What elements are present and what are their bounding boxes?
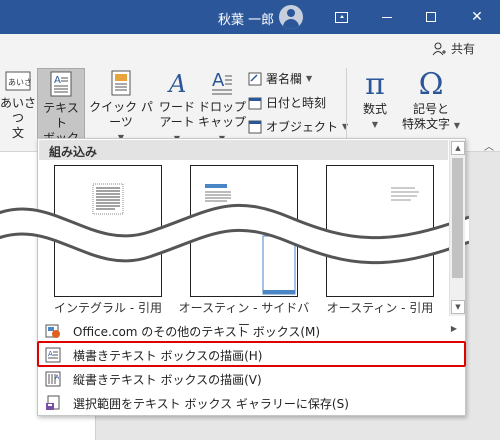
gallery-header: 組み込み bbox=[39, 140, 448, 160]
close-button[interactable]: ✕ bbox=[454, 0, 500, 34]
signature-label: 署名欄 bbox=[266, 72, 303, 86]
chevron-down-icon: ▼ bbox=[453, 121, 460, 130]
share-label: 共有 bbox=[451, 42, 476, 56]
symbol-label-2: 特殊文字 bbox=[402, 117, 451, 131]
equation-label: 数式 bbox=[362, 102, 387, 116]
person-add-icon bbox=[432, 42, 446, 55]
quick-parts-icon bbox=[111, 70, 131, 96]
omega-icon: Ω bbox=[418, 67, 444, 102]
vertical-textbox-icon: A bbox=[45, 371, 61, 387]
wordart-label-2: アート bbox=[159, 115, 195, 129]
gallery-label-austin-quote: オースティン - 引用 bbox=[326, 301, 434, 315]
menu-label-draw-vertical: 縦書きテキスト ボックスの描画(V) bbox=[73, 372, 262, 387]
textbox-gallery: インテグラル - 引用 オースティン - サイドバー オースティン - 引用 bbox=[0, 161, 469, 332]
title-bar: 秋葉 一郎 ✕ bbox=[0, 0, 500, 34]
scrollbar-thumb[interactable] bbox=[452, 158, 463, 278]
wordart-button[interactable]: A ワード アート ▼ bbox=[157, 68, 197, 143]
gallery-label-integral-quote: インテグラル - 引用 bbox=[54, 301, 162, 315]
svg-text:A: A bbox=[212, 70, 225, 91]
share-bar: 共有 bbox=[0, 34, 500, 62]
minimize-button[interactable] bbox=[364, 0, 410, 34]
pi-icon: π bbox=[365, 67, 385, 102]
svg-text:A: A bbox=[54, 75, 61, 86]
ribbon-options-icon bbox=[334, 11, 348, 23]
calendar-icon bbox=[248, 97, 262, 109]
gallery-scrollbar[interactable]: ▲ ▼ bbox=[449, 140, 465, 316]
dropcap-label-1: ドロップ bbox=[198, 100, 247, 114]
chevron-down-icon: ▼ bbox=[306, 74, 313, 83]
maximize-button[interactable] bbox=[408, 0, 454, 34]
minimize-icon bbox=[382, 16, 392, 18]
date-time-label: 日付と時刻 bbox=[266, 96, 327, 110]
collapse-ribbon-icon[interactable]: ︿ bbox=[484, 138, 494, 153]
menu-item-save-selection[interactable]: 選択範囲をテキスト ボックス ギャラリーに保存(S) bbox=[39, 391, 465, 415]
object-button[interactable]: オブジェクト ▼ bbox=[248, 118, 348, 135]
greeting-label-1: あいさつ bbox=[0, 96, 37, 125]
save-selection-icon bbox=[46, 395, 60, 410]
signature-icon bbox=[248, 72, 262, 85]
textbox-dropdown: 組み込み インテグラル - 引用 オースティン - サイドバー オースティン -… bbox=[0, 138, 469, 416]
wordart-icon: A bbox=[167, 70, 186, 98]
avatar[interactable] bbox=[279, 5, 303, 29]
signature-line-button[interactable]: 署名欄 ▼ bbox=[248, 70, 312, 87]
scroll-down-icon[interactable]: ▼ bbox=[451, 300, 465, 314]
wave-overlay bbox=[0, 203, 469, 265]
chevron-down-icon: ▼ bbox=[371, 120, 379, 129]
close-icon: ✕ bbox=[471, 9, 483, 25]
object-icon bbox=[248, 120, 262, 133]
menu-item-draw-vertical[interactable]: A 縦書きテキスト ボックスの描画(V) bbox=[39, 367, 465, 391]
wordart-label-1: ワード bbox=[158, 100, 195, 114]
quick-parts-label: クイック パーツ bbox=[89, 100, 153, 129]
greeting-icon: あいさつ bbox=[5, 71, 40, 91]
textbox-icon: A bbox=[50, 71, 72, 97]
greeting-button[interactable]: あいさつ あいさつ 文 bbox=[0, 68, 40, 142]
textbox-button[interactable]: A テキスト ボックス ▼ bbox=[37, 68, 85, 160]
symbol-button[interactable]: Ω 記号と 特殊文字 ▼ bbox=[402, 68, 460, 142]
ribbon-display-options-button[interactable] bbox=[318, 0, 364, 34]
textbox-label-1: テキスト bbox=[43, 101, 79, 130]
dropcap-label-2: キャップ bbox=[198, 115, 247, 129]
object-label: オブジェクト bbox=[266, 120, 339, 134]
menu-label-more-textboxes: Office.com のその他のテキスト ボックス(M) bbox=[73, 324, 321, 339]
symbol-label-1: 記号と bbox=[412, 102, 449, 116]
submenu-arrow-icon: ▶ bbox=[450, 324, 457, 333]
menu-label-save-selection: 選択範囲をテキスト ボックス ギャラリーに保存(S) bbox=[73, 396, 349, 411]
highlight-frame bbox=[37, 341, 466, 367]
dropcap-icon: A bbox=[212, 70, 232, 95]
maximize-icon bbox=[426, 12, 436, 22]
office-icon bbox=[45, 324, 60, 338]
textbox-menu: Office.com のその他のテキスト ボックス(M) ▶ A 横書きテキスト… bbox=[39, 319, 465, 415]
svg-text:A: A bbox=[167, 70, 186, 96]
dropcap-button[interactable]: A ドロップ キャップ ▼ bbox=[198, 68, 247, 143]
menu-item-more-textboxes[interactable]: Office.com のその他のテキスト ボックス(M) ▶ bbox=[39, 319, 465, 343]
date-time-button[interactable]: 日付と時刻 bbox=[248, 94, 326, 111]
quick-parts-button[interactable]: クイック パーツ ▼ bbox=[86, 68, 156, 142]
ribbon-separator bbox=[346, 68, 347, 140]
greeting-label-2: 文 bbox=[11, 126, 24, 140]
equation-button[interactable]: π 数式 ▼ bbox=[352, 68, 398, 142]
scroll-up-icon[interactable]: ▲ bbox=[451, 141, 465, 155]
user-name: 秋葉 一郎 bbox=[218, 13, 275, 28]
share-button[interactable]: 共有 bbox=[432, 40, 475, 57]
svg-text:あいさつ: あいさつ bbox=[8, 78, 32, 87]
